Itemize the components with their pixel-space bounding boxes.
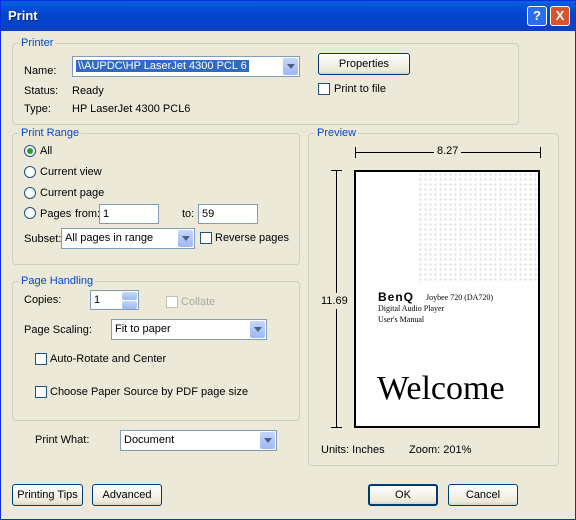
chevron-down-icon[interactable] [178,230,193,247]
spin-down-icon[interactable] [122,301,137,309]
help-icon[interactable]: ? [527,6,547,26]
reverse-pages-label[interactable]: Reverse pages [215,232,289,244]
title-bar[interactable]: Print ? X [1,1,575,31]
ok-button[interactable]: OK [368,484,438,506]
collate-label: Collate [181,296,216,308]
preview-group-label: Preview [315,127,359,139]
preview-height-value: 11.69 [321,293,348,309]
preview-width-value: 8.27 [434,145,462,157]
height-tick-top [331,170,342,171]
print-what-label: Print What: [35,434,90,446]
page-scaling-value: Fit to paper [115,323,171,335]
preview-line3-text: User's Manual [378,315,425,324]
subset-label: Subset: [24,233,62,245]
radio-all[interactable] [24,145,36,157]
subset-value: All pages in range [65,232,154,244]
print-to-file-checkbox[interactable] [318,83,330,95]
pages-from-label: from: [75,208,101,220]
cancel-button[interactable]: Cancel [448,484,518,506]
printer-status-value: Ready [72,85,104,97]
pages-to-input[interactable]: 59 [198,204,258,224]
pages-from-input[interactable]: 1 [99,204,159,224]
preview-units: Units: Inches [321,444,385,456]
preview-page: BenQ Joybee 720 (DA720) Digital Audio Pl… [354,170,540,428]
chevron-down-icon[interactable] [250,321,265,338]
radio-pages[interactable] [24,207,36,219]
halftone-pattern [418,172,538,282]
radio-current-page[interactable] [24,187,36,199]
preview-product-text: Joybee 720 (DA720) [426,293,494,302]
page-scaling-select[interactable]: Fit to paper [111,319,267,340]
chevron-down-icon[interactable] [260,432,275,449]
window-title: Print [8,8,38,23]
print-range-group-label: Print Range [19,127,82,139]
radio-current-view-label[interactable]: Current view [40,166,102,178]
printer-status-label: Status: [24,85,59,97]
pages-to-label: to: [182,208,195,220]
height-tick-bottom [331,427,342,428]
radio-pages-label[interactable]: Pages [40,208,71,220]
copies-label: Copies: [24,294,62,306]
radio-current-page-label[interactable]: Current page [40,187,104,199]
width-tick-right [540,147,541,158]
advanced-button[interactable]: Advanced [92,484,162,506]
reverse-pages-checkbox[interactable] [200,232,212,244]
auto-rotate-label[interactable]: Auto-Rotate and Center [50,353,166,365]
preview-headline: Welcome [377,370,505,407]
copies-stepper[interactable]: 1 [90,290,139,310]
printer-type-label: Type: [24,103,51,115]
page-handling-group-label: Page Handling [19,275,96,287]
print-to-file-label: Print to file [334,83,386,95]
printer-name-select[interactable]: \\AUPDC\HP LaserJet 4300 PCL 6 [72,56,300,77]
print-what-value: Document [124,434,175,446]
chevron-down-icon[interactable] [283,58,298,75]
page-scaling-label: Page Scaling: [24,324,92,336]
printing-tips-button[interactable]: Printing Tips [12,484,83,506]
close-icon[interactable]: X [550,6,570,26]
paper-source-label[interactable]: Choose Paper Source by PDF page size [50,386,248,398]
printer-name-label: Name: [24,65,57,77]
collate-checkbox[interactable] [166,296,178,308]
auto-rotate-checkbox[interactable] [35,353,47,365]
radio-current-view[interactable] [24,166,36,178]
print-what-select[interactable]: Document [120,430,277,451]
properties-button[interactable]: Properties [318,53,410,75]
paper-source-checkbox[interactable] [35,386,47,398]
preview-line2-text: Digital Audio Player [378,304,445,313]
brand-logo: BenQ [378,290,415,304]
preview-zoom: Zoom: 201% [409,444,472,456]
subset-select[interactable]: All pages in range [61,228,195,249]
print-dialog: Print ? X Printer Name: \\AUPDC\HP Laser… [0,0,576,520]
printer-group-label: Printer [19,37,56,49]
width-tick-left [355,147,356,158]
printer-type-value: HP LaserJet 4300 PCL6 [72,103,191,115]
spin-up-icon[interactable] [122,292,137,300]
printer-name-value: \\AUPDC\HP LaserJet 4300 PCL 6 [76,60,249,72]
radio-all-label[interactable]: All [40,145,52,157]
copies-value: 1 [94,294,101,306]
